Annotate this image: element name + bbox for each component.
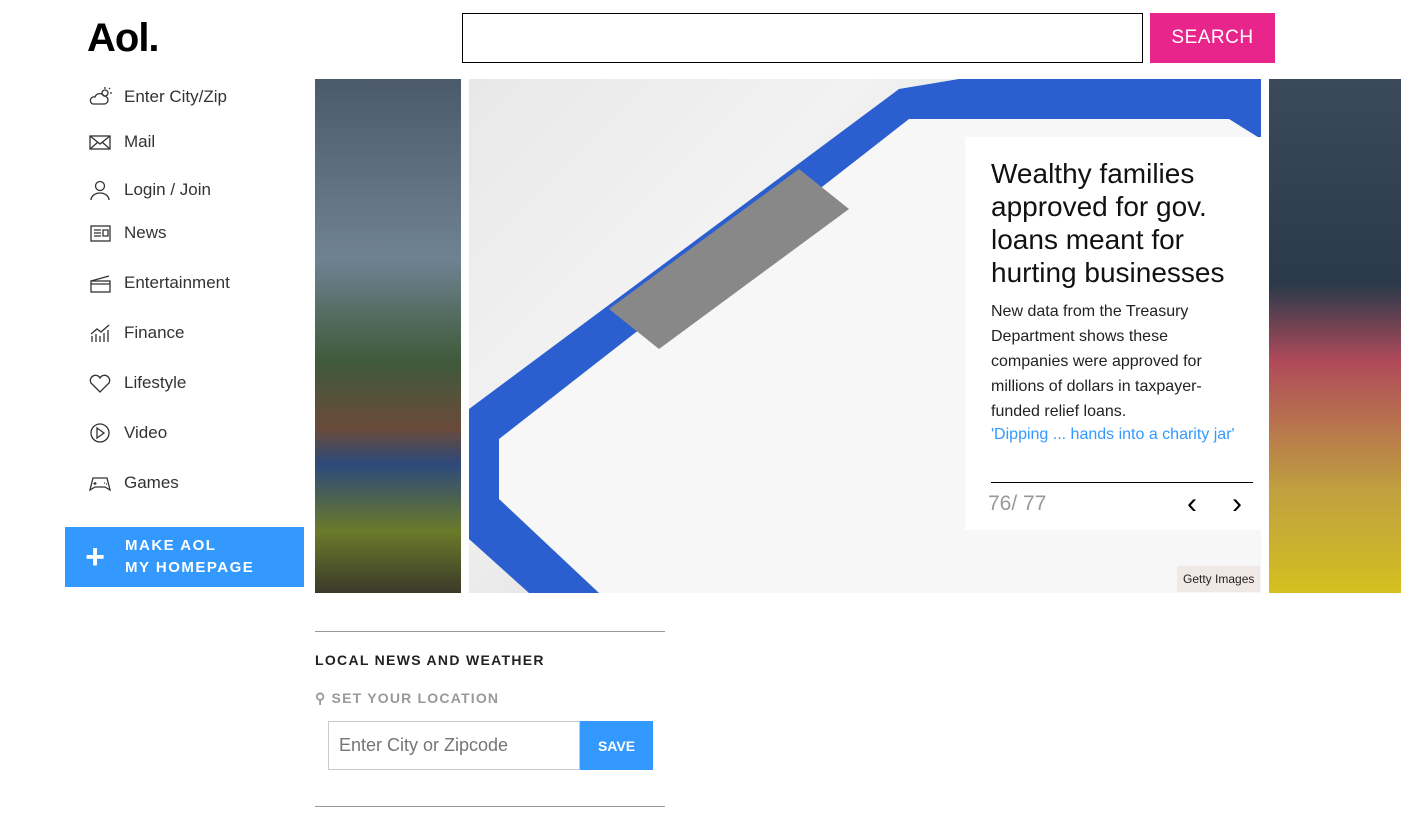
gamepad-icon: [88, 477, 112, 492]
story-card: Wealthy families approved for gov. loans…: [965, 137, 1261, 530]
make-homepage-button[interactable]: + MAKE AOL MY HOMEPAGE: [65, 527, 304, 587]
divider: [315, 806, 665, 807]
story-link[interactable]: 'Dipping ... hands into a charity jar': [991, 426, 1235, 444]
nav-item-weather[interactable]: Enter City/Zip: [88, 86, 227, 108]
story-title[interactable]: Wealthy families approved for gov. loans…: [991, 157, 1235, 289]
image-credit: Getty Images: [1177, 566, 1261, 592]
nav-item-mail[interactable]: Mail: [88, 131, 155, 153]
plus-icon: +: [85, 537, 105, 576]
nav-item-games[interactable]: Games: [88, 472, 179, 494]
local-title: LOCAL NEWS AND WEATHER: [315, 652, 545, 668]
nav-item-video[interactable]: Video: [88, 422, 167, 444]
chevron-left-icon[interactable]: ‹: [1187, 489, 1197, 519]
slide-counter: 76/ 77: [988, 492, 1047, 515]
nav-item-login[interactable]: Login / Join: [88, 179, 211, 201]
weather-icon: [89, 87, 112, 105]
story-summary: New data from the Treasury Department sh…: [991, 303, 1202, 420]
save-location-button[interactable]: SAVE: [580, 721, 653, 770]
heart-icon: [89, 374, 111, 393]
play-icon: [90, 423, 110, 443]
carousel-next-slide[interactable]: [1269, 79, 1401, 593]
nav-item-news[interactable]: News: [88, 222, 167, 244]
clapperboard-icon: [90, 275, 111, 293]
user-icon: [90, 180, 110, 201]
divider: [991, 482, 1253, 483]
aol-logo[interactable]: Aol.: [87, 16, 160, 61]
finance-icon: [90, 324, 110, 342]
news-icon: [90, 225, 111, 242]
nav-item-finance[interactable]: Finance: [88, 322, 184, 344]
local-news-section: LOCAL NEWS AND WEATHER ⚲ SET YOUR LOCATI…: [315, 631, 665, 781]
nav-item-entertainment[interactable]: Entertainment: [88, 272, 230, 294]
carousel-prev-slide[interactable]: [315, 79, 461, 593]
nav-item-lifestyle[interactable]: Lifestyle: [88, 372, 186, 394]
search-button[interactable]: SEARCH: [1150, 13, 1275, 63]
location-pin-icon: ⚲: [315, 690, 332, 706]
chevron-right-icon[interactable]: ›: [1232, 489, 1242, 519]
location-input[interactable]: [328, 721, 580, 770]
mail-icon: [89, 135, 111, 150]
set-location[interactable]: ⚲ SET YOUR LOCATION: [315, 690, 665, 707]
search-input[interactable]: [462, 13, 1143, 63]
